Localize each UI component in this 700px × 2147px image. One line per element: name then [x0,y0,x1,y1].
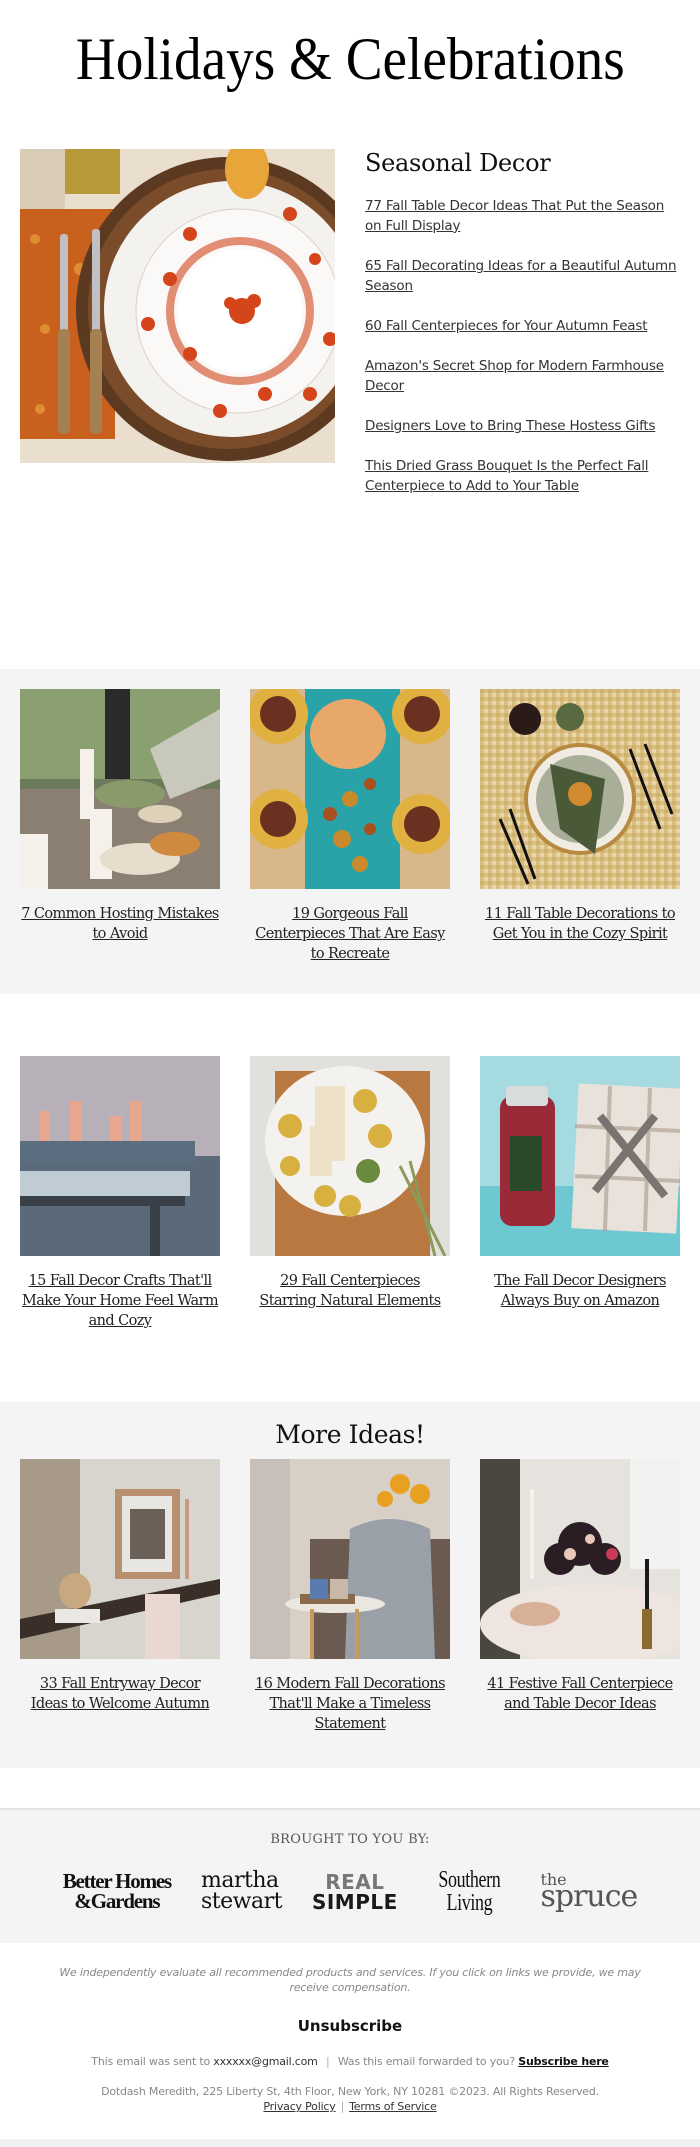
article-link[interactable]: 16 Modern Fall Decorations That'll Make … [250,1674,450,1734]
article-link[interactable]: 7 Common Hosting Mistakes to Avoid [20,904,220,944]
table-decorations-photo [480,689,680,889]
article-card: 7 Common Hosting Mistakes to Avoid [20,689,220,964]
header: Holidays & Celebrations [0,0,700,118]
article-link[interactable]: Designers Love to Bring These Hostess Gi… [365,416,680,436]
logo-line: &Gardens [74,1888,160,1913]
article-link[interactable]: 33 Fall Entryway Decor Ideas to Welcome … [20,1674,220,1714]
more-ideas-heading: More Ideas! [275,1420,425,1449]
article-link[interactable]: 60 Fall Centerpieces for Your Autumn Fea… [365,316,680,336]
article-image[interactable] [480,1056,680,1256]
forwarded-text: Was this email forwarded to you? [337,2055,519,2068]
article-link[interactable]: 19 Gorgeous Fall Centerpieces That Are E… [250,904,450,964]
article-card: 16 Modern Fall Decorations That'll Make … [250,1459,450,1734]
article-image[interactable] [250,1459,450,1659]
article-card: 33 Fall Entryway Decor Ideas to Welcome … [20,1459,220,1734]
natural-centerpiece-photo [250,1056,450,1256]
article-link[interactable]: 77 Fall Table Decor Ideas That Put the S… [365,196,680,236]
seasonal-decor-section: Seasonal Decor 77 Fall Table Decor Ideas… [0,118,700,669]
page-title: Holidays & Celebrations [75,26,625,92]
logo-line: SIMPLE [311,1889,398,1914]
logo-line: REAL [325,1869,385,1894]
article-card: 41 Festive Fall Centerpiece and Table De… [480,1459,680,1734]
brand-logos: Better Homes &Gardens martha stewart REA… [0,1867,700,1916]
logo-line: Southern [438,1867,501,1893]
separator: | [340,2100,345,2113]
unsubscribe-link[interactable]: Unsubscribe [298,2017,402,2035]
section-heading: Seasonal Decor [365,149,551,177]
hero-image[interactable] [20,149,335,463]
legal-links: Privacy Policy | Terms of Service [263,2100,436,2113]
article-card: 19 Gorgeous Fall Centerpieces That Are E… [250,689,450,964]
terms-of-service-link[interactable]: Terms of Service [349,2100,437,2113]
article-image[interactable] [20,1459,220,1659]
recipient-email: xxxxxx@gmail.com [213,2055,318,2068]
article-link[interactable]: 11 Fall Table Decorations to Get You in … [480,904,680,944]
logo-line: stewart [200,1888,282,1914]
article-grid-2: 15 Fall Decor Crafts That'll Make Your H… [0,994,700,1402]
article-image[interactable] [480,1459,680,1659]
brands-section: BROUGHT TO YOU BY: Better Homes &Gardens… [0,1808,700,1943]
article-card: 29 Fall Centerpieces Starring Natural El… [250,1056,450,1331]
logo-line: Living [446,1889,492,1916]
article-card: 11 Fall Table Decorations to Get You in … [480,689,680,964]
footer: We independently evaluate all recommende… [0,1943,700,2139]
logo-line: spruce [540,1879,638,1915]
article-link[interactable]: The Fall Decor Designers Always Buy on A… [480,1271,680,1311]
article-image[interactable] [250,1056,450,1256]
crafts-photo [20,1056,220,1256]
amazon-decor-photo [480,1056,680,1256]
hosting-photo [20,689,220,889]
article-link[interactable]: Amazon's Secret Shop for Modern Farmhous… [365,356,680,396]
article-link[interactable]: 65 Fall Decorating Ideas for a Beautiful… [365,256,680,296]
centerpiece-photo [250,689,450,889]
entryway-photo [20,1459,220,1659]
southern-living-logo[interactable]: Southern Living [438,1867,501,1916]
article-link[interactable]: This Dried Grass Bouquet Is the Perfect … [365,456,680,496]
sent-to-line: This email was sent to xxxxxx@gmail.com … [0,2055,700,2068]
the-spruce-logo[interactable]: the spruce [540,1871,638,1915]
company-address: Dotdash Meredith, 225 Liberty St, 4th Fl… [0,2084,700,2114]
subscribe-here-link[interactable]: Subscribe here [518,2055,609,2068]
brought-to-you-label: BROUGHT TO YOU BY: [270,1832,430,1847]
article-grid-1: 7 Common Hosting Mistakes to Avoid 19 Go… [0,669,700,994]
more-ideas-section: More Ideas! 33 Fall Entryway Decor Ideas… [0,1402,700,1768]
article-link[interactable]: 29 Fall Centerpieces Starring Natural El… [250,1271,450,1311]
article-link[interactable]: 15 Fall Decor Crafts That'll Make Your H… [20,1271,220,1331]
better-homes-gardens-logo[interactable]: Better Homes &Gardens [63,1870,172,1913]
modern-decorations-photo [250,1459,450,1659]
bottom-strip [0,2139,700,2147]
festive-centerpiece-photo [480,1459,680,1659]
article-image[interactable] [480,689,680,889]
article-image[interactable] [250,689,450,889]
article-link[interactable]: 41 Festive Fall Centerpiece and Table De… [480,1674,680,1714]
address-text: Dotdash Meredith, 225 Liberty St, 4th Fl… [101,2085,599,2098]
article-image[interactable] [20,1056,220,1256]
article-card: The Fall Decor Designers Always Buy on A… [480,1056,680,1331]
sent-prefix: This email was sent to [91,2055,214,2068]
table-setting-illustration [20,149,335,463]
article-card: 15 Fall Decor Crafts That'll Make Your H… [20,1056,220,1331]
martha-stewart-logo[interactable]: martha stewart [200,1869,282,1914]
seasonal-decor-links: Seasonal Decor 77 Fall Table Decor Ideas… [365,149,680,669]
separator: | [326,2055,330,2068]
article-image[interactable] [20,689,220,889]
privacy-policy-link[interactable]: Privacy Policy [263,2100,335,2113]
spacer [0,1768,700,1808]
disclaimer: We independently evaluate all recommende… [59,1966,641,1994]
real-simple-logo[interactable]: REAL SIMPLE [312,1872,398,1912]
